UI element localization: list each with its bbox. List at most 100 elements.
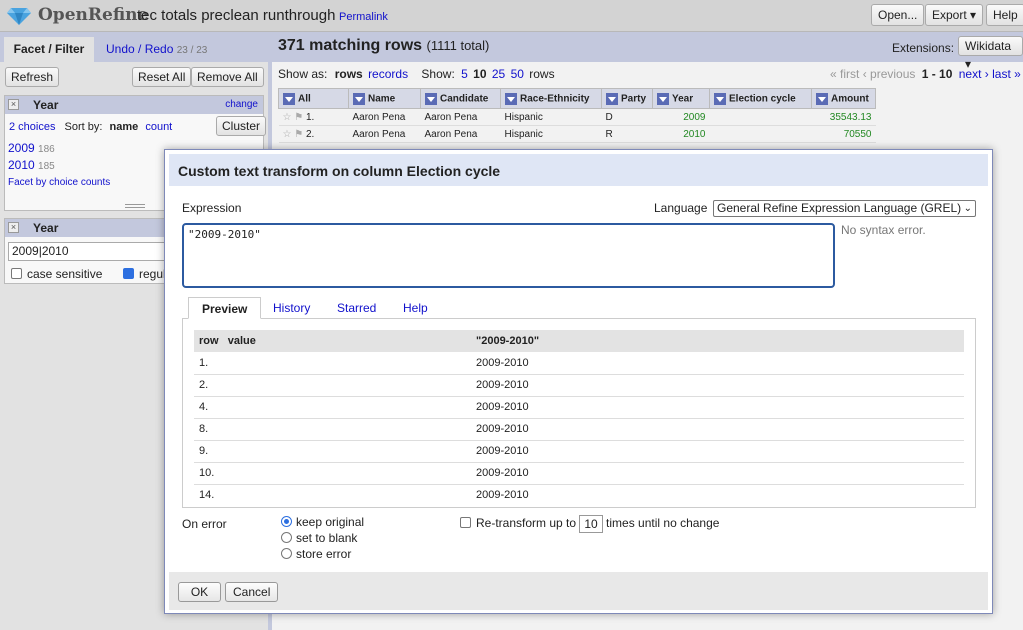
close-icon[interactable]: × [8, 99, 19, 110]
choices-count-link[interactable]: 2 choices [9, 121, 55, 133]
cell[interactable]: Aaron Pena [348, 108, 421, 126]
facet-change-link[interactable]: change [225, 99, 258, 110]
records-mode[interactable]: records [368, 67, 408, 81]
keep-original-option[interactable]: keep original [281, 515, 364, 529]
resize-handle[interactable] [125, 204, 145, 208]
cell[interactable]: R [601, 125, 653, 143]
flag-icon[interactable]: ⚑ [294, 112, 303, 123]
previous-page-link[interactable]: ‹ previous [863, 67, 916, 81]
chevron-down-icon[interactable] [425, 92, 437, 105]
page-size-25[interactable]: 25 [492, 67, 505, 81]
data-table: All Name Candidate Race-Ethnicity Party … [278, 88, 876, 143]
column-header-party[interactable]: Party [601, 88, 653, 109]
facet-by-counts-link[interactable]: Facet by choice counts [8, 177, 110, 188]
table-row: ☆ ⚑ 2. Aaron Pena Aaron Pena Hispanic R … [278, 125, 876, 143]
cancel-button[interactable]: Cancel [225, 582, 279, 602]
cell[interactable]: 70550 [811, 125, 876, 143]
expression-textarea[interactable]: "2009-2010" [182, 223, 835, 288]
last-page-link[interactable]: last » [992, 67, 1021, 81]
column-header-race[interactable]: Race-Ethnicity [500, 88, 602, 109]
tab-starred[interactable]: Starred [337, 297, 376, 319]
cell[interactable]: 2010 [652, 125, 710, 143]
cell[interactable]: Hispanic [500, 108, 602, 126]
case-sensitive-option[interactable]: case sensitive [11, 267, 102, 281]
page-size-5[interactable]: 5 [461, 67, 468, 81]
chevron-down-icon[interactable] [606, 92, 618, 105]
facet-header: × Year change [5, 96, 263, 114]
cell[interactable]: 35543.13 [811, 108, 876, 126]
next-page-link[interactable]: next › [959, 67, 989, 81]
permalink-link[interactable]: Permalink [339, 11, 388, 23]
chevron-down-icon[interactable] [714, 92, 726, 105]
help-button[interactable]: Help [986, 4, 1023, 26]
wikidata-button[interactable]: Wikidata ▾ [958, 36, 1023, 71]
page-size-50[interactable]: 50 [511, 67, 524, 81]
reset-all-button[interactable]: Reset All [132, 67, 192, 87]
star-icon[interactable]: ☆ [283, 112, 292, 123]
cell[interactable]: Aaron Pena [348, 125, 421, 143]
cell[interactable] [709, 125, 812, 143]
column-header-candidate[interactable]: Candidate [420, 88, 501, 109]
page-size-10[interactable]: 10 [473, 67, 486, 81]
keep-original-radio[interactable] [281, 516, 292, 527]
remove-all-button[interactable]: Remove All [191, 67, 264, 87]
tab-help[interactable]: Help [403, 297, 428, 319]
facet-choice-2010[interactable]: 2010 185 [8, 158, 55, 172]
language-select[interactable]: General Refine Expression Language (GREL… [713, 200, 976, 217]
refresh-button[interactable]: Refresh [5, 67, 60, 87]
chevron-down-icon[interactable] [657, 92, 669, 105]
chevron-down-icon[interactable] [353, 92, 365, 105]
preview-row-number: 2. [194, 374, 471, 397]
chevron-down-icon[interactable] [505, 92, 517, 105]
row-summary: 371 matching rows (1111 total) [278, 37, 489, 55]
retransform-checkbox[interactable] [460, 517, 471, 529]
cell[interactable]: Aaron Pena [420, 125, 501, 143]
choice-label[interactable]: 2010 [8, 158, 35, 172]
regular-expression-option[interactable]: regul [123, 267, 166, 281]
chevron-down-icon[interactable] [816, 92, 828, 105]
column-header-amount[interactable]: Amount [811, 88, 876, 109]
rows-mode[interactable]: rows [335, 67, 363, 81]
cell[interactable]: D [601, 108, 653, 126]
app-logo-text[interactable]: OpenRefine [38, 5, 148, 25]
sort-name-option[interactable]: name [110, 121, 139, 133]
extensions-label: Extensions: [892, 41, 955, 55]
set-to-blank-option[interactable]: set to blank [281, 531, 357, 545]
column-header-election-cycle[interactable]: Election cycle [709, 88, 812, 109]
table-header-row: All Name Candidate Race-Ethnicity Party … [278, 88, 876, 109]
export-button[interactable]: Export ▾ [925, 4, 984, 26]
store-error-option[interactable]: store error [281, 547, 351, 561]
set-to-blank-radio[interactable] [281, 532, 292, 543]
cluster-button[interactable]: Cluster [216, 116, 267, 136]
column-header-name[interactable]: Name [348, 88, 421, 109]
case-sensitive-checkbox[interactable] [11, 268, 22, 279]
cell[interactable]: 2009 [652, 108, 710, 126]
table-row: 14. 2009-2010 [194, 484, 964, 506]
regex-checkbox[interactable] [123, 268, 134, 279]
tab-undo-redo[interactable]: Undo / Redo 23 / 23 [106, 42, 207, 56]
sort-count-option[interactable]: count [145, 121, 172, 133]
store-error-radio[interactable] [281, 548, 292, 559]
open-button[interactable]: Open... [871, 4, 925, 26]
project-name[interactable]: tec totals preclean runthrough [137, 7, 335, 24]
preview-row-number: 1. [194, 352, 471, 375]
diamond-logo-icon [7, 8, 31, 25]
table-row: 10. 2009-2010 [194, 462, 964, 485]
tab-history[interactable]: History [273, 297, 310, 319]
column-header-year[interactable]: Year [652, 88, 710, 109]
chevron-down-icon[interactable] [283, 92, 295, 105]
tab-preview[interactable]: Preview [188, 297, 262, 319]
star-icon[interactable]: ☆ [283, 129, 292, 140]
choice-label[interactable]: 2009 [8, 141, 35, 155]
first-page-link[interactable]: « first [830, 67, 859, 81]
ok-button[interactable]: OK [178, 582, 221, 602]
facet-choice-2009[interactable]: 2009 186 [8, 141, 55, 155]
cell[interactable] [709, 108, 812, 126]
cell[interactable]: Aaron Pena [420, 108, 501, 126]
retransform-count-input[interactable]: 10 [579, 515, 604, 533]
tab-facet-filter[interactable]: Facet / Filter [4, 37, 94, 62]
column-header-all[interactable]: All [278, 88, 349, 109]
cell[interactable]: Hispanic [500, 125, 602, 143]
close-icon[interactable]: × [8, 222, 19, 233]
flag-icon[interactable]: ⚑ [294, 129, 303, 140]
